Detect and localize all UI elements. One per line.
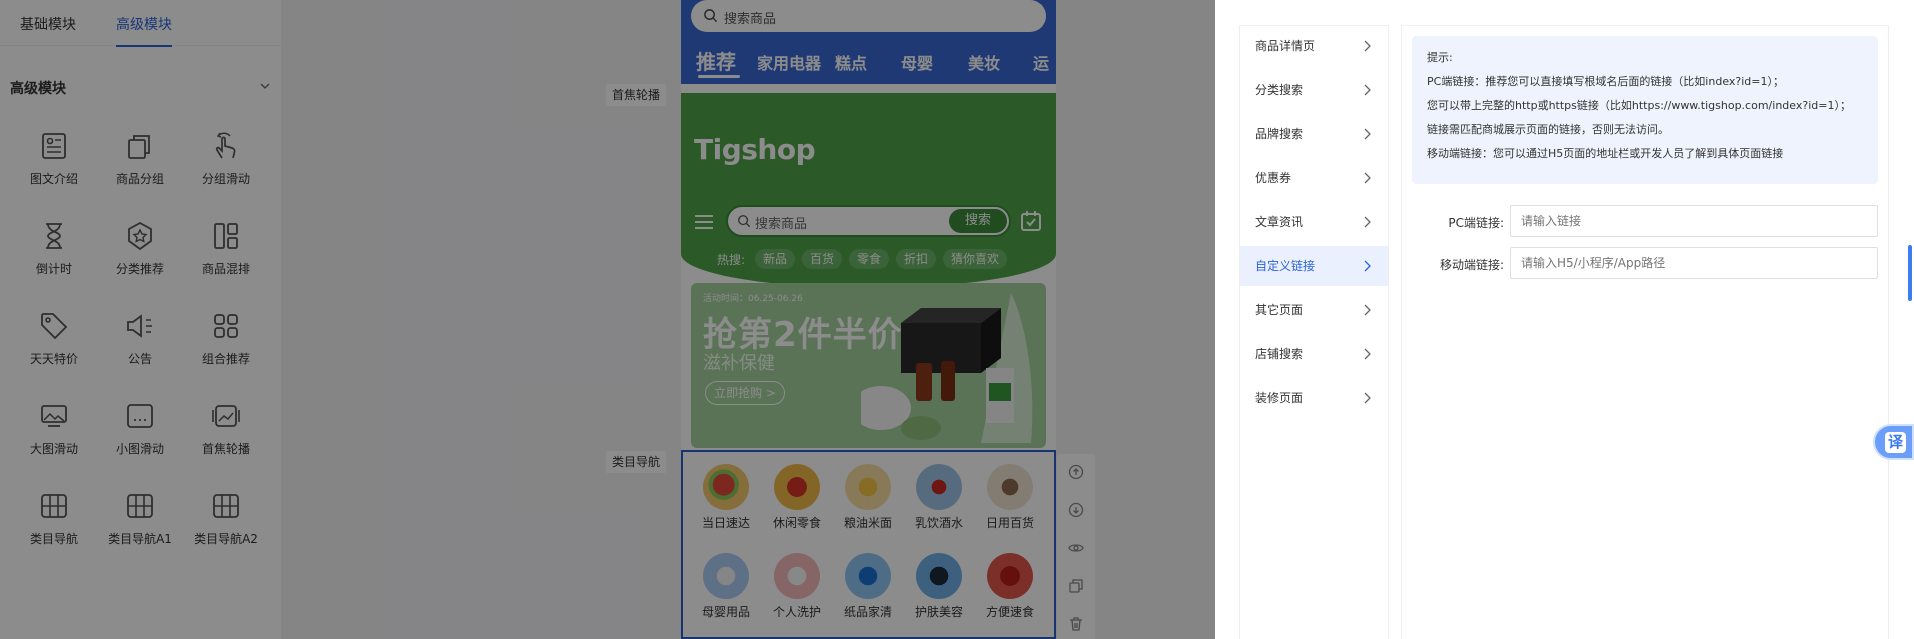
menu-item-category-search[interactable]: 分类搜索 <box>1240 70 1388 110</box>
chevron-right-icon <box>1364 216 1371 228</box>
tip-line: 链接需匹配商城展示页面的链接，否则无法访问。 <box>1427 123 1669 136</box>
menu-item-other-pages[interactable]: 其它页面 <box>1240 290 1388 330</box>
chevron-right-icon <box>1364 348 1371 360</box>
pc-link-label: PC端链接: <box>1448 216 1504 230</box>
menu-item-decoration-pages[interactable]: 装修页面 <box>1240 378 1388 418</box>
mobile-link-input[interactable] <box>1510 247 1878 279</box>
tip-line: 您可以带上完整的http或https链接（比如https://www.tigsh… <box>1427 99 1851 112</box>
chevron-right-icon <box>1364 172 1371 184</box>
chevron-right-icon <box>1364 128 1371 140</box>
translate-button[interactable]: 译 <box>1873 424 1914 460</box>
menu-item-coupons[interactable]: 优惠券 <box>1240 158 1388 198</box>
chevron-right-icon <box>1364 84 1371 96</box>
menu-item-custom-link[interactable]: 自定义链接 <box>1240 246 1388 286</box>
tip-box: 提示: PC端链接：推荐您可以直接填写根域名后面的链接（比如index?id=1… <box>1412 36 1878 184</box>
chevron-right-icon <box>1364 260 1371 272</box>
chevron-right-icon <box>1364 392 1371 404</box>
menu-item-label: 其它页面 <box>1255 303 1304 317</box>
translate-icon: 译 <box>1885 432 1906 453</box>
modal-overlay[interactable] <box>0 0 1215 639</box>
scrollbar-thumb[interactable] <box>1908 245 1912 301</box>
custom-link-form: 提示: PC端链接：推荐您可以直接填写根域名后面的链接（比如index?id=1… <box>1401 25 1889 639</box>
tip-line: 移动端链接：您可以通过H5页面的地址栏或开发人员了解到具体页面链接 <box>1427 147 1784 160</box>
link-selector-drawer: 商品详情页 分类搜索 品牌搜索 优惠券 文章资讯 自定义链接 其它页面 店铺搜索… <box>1215 0 1914 639</box>
menu-item-label: 店铺搜索 <box>1255 347 1304 361</box>
menu-item-brand-search[interactable]: 品牌搜索 <box>1240 114 1388 154</box>
menu-item-label: 商品详情页 <box>1255 39 1316 53</box>
menu-item-label: 装修页面 <box>1255 391 1304 405</box>
app-root: 基础模块 高级模块 高级模块 图文介绍 商品分组 分组滑动 倒计时 分类推荐 商… <box>0 0 1914 639</box>
menu-item-label: 自定义链接 <box>1255 259 1316 273</box>
menu-item-product-detail[interactable]: 商品详情页 <box>1240 26 1388 66</box>
pc-link-input[interactable] <box>1510 205 1878 237</box>
menu-item-label: 品牌搜索 <box>1255 127 1304 141</box>
menu-item-articles[interactable]: 文章资讯 <box>1240 202 1388 242</box>
tip-line: 提示: <box>1427 51 1453 64</box>
tip-line: PC端链接：推荐您可以直接填写根域名后面的链接（比如index?id=1）； <box>1427 75 1784 88</box>
chevron-right-icon <box>1364 304 1371 316</box>
link-type-menu: 商品详情页 分类搜索 品牌搜索 优惠券 文章资讯 自定义链接 其它页面 店铺搜索… <box>1239 25 1389 639</box>
menu-item-label: 优惠券 <box>1255 171 1292 185</box>
chevron-right-icon <box>1364 40 1371 52</box>
menu-item-label: 分类搜索 <box>1255 83 1304 97</box>
mobile-link-label: 移动端链接: <box>1439 258 1504 272</box>
menu-item-shop-search[interactable]: 店铺搜索 <box>1240 334 1388 374</box>
menu-item-label: 文章资讯 <box>1255 215 1304 229</box>
